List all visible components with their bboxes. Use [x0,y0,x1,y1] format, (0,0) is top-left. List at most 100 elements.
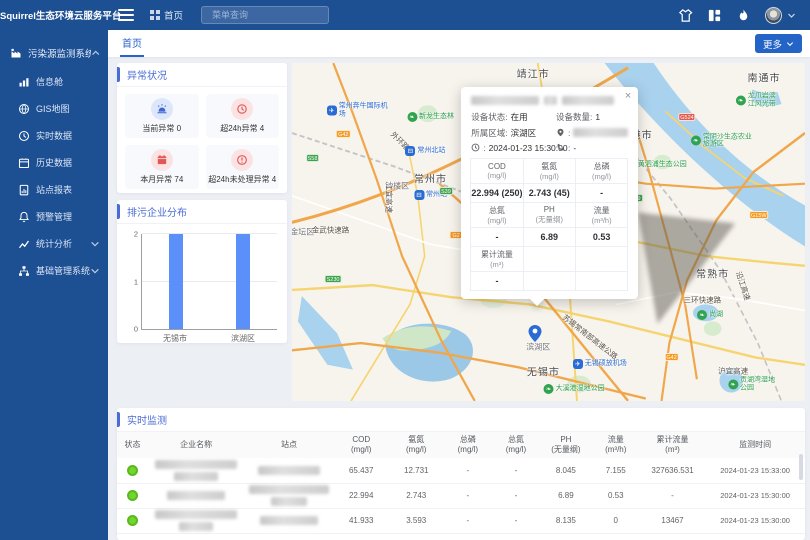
user-menu[interactable] [765,7,796,24]
status-dot-online [127,465,138,476]
map-poi-transport: ✈常州奔牛国际机场 [327,103,391,118]
table-row-3[interactable]: 41.9333.593--8.1350134672024-01-23 15:30… [117,508,805,533]
leaf-icon: ❧ [736,95,746,105]
device-count-value: 1 [595,112,600,122]
status-cell [117,483,148,508]
value-cell: 41.933 [334,508,389,533]
map-poi-park: ❧尚湖 [697,310,723,320]
table-row-1[interactable]: 65.43712.731--8.0457.155327636.5312024-0… [117,458,805,483]
sidebar-item-label: 实时数据 [36,129,72,142]
value-cell: 327636.531 [640,458,705,483]
value-cell: - [444,458,492,483]
bell-icon [18,211,30,223]
table-row-2[interactable]: 22.9942.743--6.890.53-2024-01-23 15:30:0… [117,483,805,508]
tab-home[interactable]: 首页 [120,35,144,57]
sidebar-item-7[interactable]: 统计分析 [0,230,108,257]
sidebar-item-5[interactable]: 站点报表 [0,176,108,203]
column-header: 流量(m³/h) [592,432,640,458]
table-scrollbar[interactable] [799,454,803,480]
left-column: 异常状况 当前异常 0超24h异常 4本月异常 74超24h未处理异常 4 排污… [117,63,287,401]
map-canvas[interactable]: 靖江市南通市常州市钟楼区金坛区无锡市滨湖区常熟市张家港市金武快速路江宜高速外环路… [292,63,805,401]
app-root: Squirrel生态环境云服务平台 首页 污染源监测系统 [0,0,810,540]
value-cell: 0.53 [592,483,640,508]
value-cell: - [492,508,540,533]
clock-icon [18,130,30,142]
breadcrumb-home: 首页 [164,8,183,22]
factory-icon [10,47,22,59]
map-label-city: 南通市 [747,69,780,84]
map-poi-transport: ✈无锡硕放机场 [573,359,627,369]
sidebar-item-label: 统计分析 [36,237,72,250]
metric-value [575,271,628,291]
clockAlert-icon [231,98,253,120]
metric-label: COD(mg/l) [470,158,523,184]
alert-card-4[interactable]: 超24h未处理异常 4 [206,145,280,189]
value-cell: 65.437 [334,458,389,483]
main-area: 首页 更多 异常状况 当前异常 0超24h异常 4本月异常 74超24h未处理异… [108,30,810,540]
enterprise-name-redacted [148,483,244,508]
layout-icon[interactable] [707,8,722,23]
y-axis-tick: 0 [128,325,138,334]
leaf-icon: ❧ [544,384,554,394]
alert-card-2[interactable]: 超24h异常 4 [206,94,280,138]
report-icon [18,184,30,196]
map-poi-park: ❧新龙生态林 [407,112,454,122]
sidebar-item-1[interactable]: 信息舱 [0,68,108,95]
search-input[interactable] [212,10,329,20]
enterprise-name-redacted [148,458,244,483]
map-label-road: 三环快速路 [684,294,722,305]
monitor-time-cell: 2024-01-23 15:30:00 [705,508,805,533]
map-poi-park: ❧龙爪岩滨江风光带 [736,93,782,108]
device-status-value: 在用 [511,111,528,123]
avatar [765,7,782,24]
sidebar-item-2[interactable]: GIS地图 [0,95,108,122]
status-dot-online [127,515,138,526]
bar-滨湖区 [236,234,250,329]
sidebar-item-6[interactable]: 预警管理 [0,203,108,230]
map-label-city: 无锡市 [527,363,560,378]
alert-card-label: 当前异常 0 [142,123,181,134]
alert-card-3[interactable]: 本月异常 74 [125,145,199,189]
sidebar-item-8[interactable]: 基础管理系统 [0,257,108,284]
monitor-time-cell: 2024-01-23 15:33:00 [705,458,805,483]
address-redacted [573,128,628,137]
column-header: 状态 [117,432,148,458]
sidebar-toggle-icon[interactable] [118,9,134,21]
transport-icon: ⊟ [405,146,415,156]
region-label: 所属区域: [471,127,507,139]
map-poi-park: ❧常阴沙生态农业旅游区 [691,133,755,148]
value-cell: 7.155 [592,458,640,483]
flame-icon[interactable] [736,8,751,23]
sidebar: 污染源监测系统 信息舱GIS地图实时数据历史数据站点报表预警管理统计分析基础管理… [0,30,108,540]
value-cell: 12.731 [389,458,444,483]
column-header: COD(mg/l) [334,432,389,458]
popup-device-info: 设备状态:在用 设备数量:1 所属区域:滨湖区 : :2024-01-23 15… [471,111,628,153]
sidebar-item-3[interactable]: 实时数据 [0,122,108,149]
column-header: 企业名称 [148,432,244,458]
value-cell: - [492,458,540,483]
realtime-table: 状态企业名称站点COD(mg/l)氨氮(mg/l)总磷(mg/l)总氮(mg/l… [117,432,805,534]
app-logo: Squirrel生态环境云服务平台 [0,8,108,22]
theme-skin-icon[interactable] [678,8,693,23]
siren-icon [151,98,173,120]
station-name-redacted [244,508,333,533]
trend-icon [18,238,30,250]
chart-icon [18,76,30,88]
chevron-down-icon [786,41,794,47]
region-value: 滨湖区 [511,127,537,139]
sidebar-item-4[interactable]: 历史数据 [0,149,108,176]
y-axis-tick: 2 [128,230,138,239]
popup-close-icon[interactable]: × [625,91,631,102]
alert-card-1[interactable]: 当前异常 0 [125,94,199,138]
map-label-city: 常州市 [414,170,447,185]
sidebar-item-label: 基础管理系统 [36,264,90,277]
more-button[interactable]: 更多 [755,34,802,53]
value-cell: 3.593 [389,508,444,533]
sidebar-root-pollution-monitor[interactable]: 污染源监测系统 [0,38,108,68]
value-cell: - [444,508,492,533]
station-marker[interactable] [528,325,541,347]
metric-value: 22.994 (250) [470,183,523,203]
metric-value: 0.53 [575,227,628,247]
tab-bar: 首页 更多 [108,30,810,57]
breadcrumb[interactable]: 首页 [150,8,183,22]
